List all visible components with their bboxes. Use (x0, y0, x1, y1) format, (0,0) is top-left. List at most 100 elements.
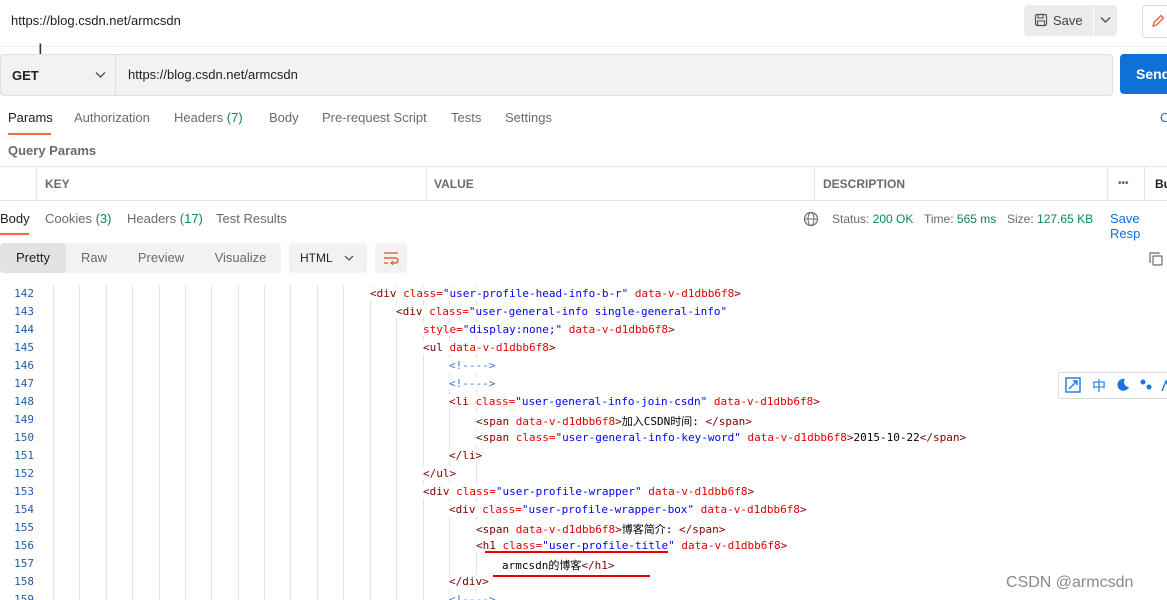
code-token: </span> (678, 523, 726, 536)
code-token: "user-general-info-key-word" (555, 431, 741, 444)
code-token: "user-general-info-join-csdn" (515, 395, 708, 408)
bulk-edit-link[interactable]: Bu (1155, 177, 1167, 191)
globe-icon[interactable] (803, 211, 820, 228)
response-tab-cookies[interactable]: Cookies (3) (45, 211, 111, 226)
code-token: class= (475, 395, 516, 408)
code-line: <span class="user-general-info-key-word"… (476, 431, 967, 444)
code-line: <span data-v-d1dbb6f8>博客简介: </span> (476, 521, 726, 537)
view-raw[interactable]: Raw (66, 243, 122, 273)
tab-params[interactable]: Params (8, 110, 53, 125)
save-options-dropdown[interactable] (1094, 5, 1117, 36)
query-params-header: KEY VALUE DESCRIPTION ••• Bu (0, 166, 1167, 201)
edit-button[interactable] (1142, 5, 1167, 38)
code-token: > (734, 287, 741, 300)
indent-guide (290, 285, 291, 600)
tab-body[interactable]: Body (269, 110, 299, 125)
url-input[interactable]: https://blog.csdn.net/armcsdn (115, 54, 1113, 96)
code-token: data-v-d1dbb6f8 (515, 415, 616, 428)
method-select[interactable]: GET (0, 54, 116, 96)
status-code: 200 OK (872, 212, 914, 226)
watermark: CSDN @armcsdn (1006, 574, 1134, 591)
format-select[interactable]: HTML (289, 243, 367, 273)
chinese-mode-icon[interactable]: 中 (1092, 376, 1106, 396)
code-line: <li class="user-general-info-join-csdn" … (449, 395, 820, 408)
code-line: <div class="user-profile-wrapper" data-v… (423, 485, 755, 498)
save-button[interactable]: Save (1024, 5, 1093, 36)
code-line: <div class="user-profile-head-info-b-r" … (370, 287, 741, 300)
view-visualize[interactable]: Visualize (200, 243, 281, 273)
line-number: 150 (14, 431, 34, 444)
indent-guide (211, 285, 212, 600)
tab-authorization[interactable]: Authorization (74, 110, 150, 125)
code-line: <div class="user-profile-wrapper-box" da… (449, 503, 807, 516)
line-number: 155 (14, 521, 34, 534)
code-token: class= (403, 287, 443, 300)
expand-icon[interactable] (1065, 377, 1081, 393)
view-preview[interactable]: Preview (122, 243, 200, 273)
code-token: > (747, 485, 755, 498)
code-token: <div (396, 305, 430, 318)
code-token: > (615, 415, 622, 428)
line-number: 145 (14, 341, 34, 354)
code-token: <!----> (449, 377, 496, 390)
url-value: https://blog.csdn.net/armcsdn (128, 67, 298, 82)
code-token: 加入CSDN时间: (621, 415, 706, 428)
code-token: class= (456, 485, 496, 498)
line-number: 156 (14, 539, 34, 552)
code-token: <!----> (449, 593, 496, 600)
response-tab-test-results[interactable]: Test Results (216, 211, 287, 226)
indent-guide (343, 285, 344, 600)
indent-guide (106, 285, 107, 600)
line-number: 147 (14, 377, 34, 390)
indent-guide (396, 285, 397, 600)
ime-toolbar: 中 (1058, 372, 1167, 399)
response-code-viewer[interactable]: 142 143 144 145 146 147 148 149 150 151 152 153 154 1… (0, 285, 1167, 600)
code-line: <div class="user-general-info single-gen… (396, 305, 728, 318)
request-title[interactable]: https://blog.csdn.net/armcsdn (11, 13, 181, 28)
line-number: 153 (14, 485, 34, 498)
code-token: "user-general-info single-general-info" (468, 305, 728, 318)
code-token: </span> (705, 415, 752, 428)
line-number: 144 (14, 323, 34, 336)
headers-count: (7) (226, 110, 243, 125)
copy-icon[interactable] (1148, 251, 1164, 267)
code-token: </ul> (423, 467, 457, 480)
active-response-tab-indicator (0, 233, 29, 235)
code-token: > (846, 431, 854, 444)
moon-icon[interactable] (1116, 378, 1130, 392)
wrap-lines-button[interactable] (375, 243, 407, 273)
code-token: </span> (919, 431, 967, 444)
softkeyboard-icon[interactable] (1161, 378, 1167, 392)
code-token: <span (476, 415, 516, 428)
code-token: "display:none;" (462, 323, 563, 336)
punctuation-icon[interactable] (1139, 378, 1153, 392)
code-token: <div (370, 287, 404, 300)
code-token: <span (476, 523, 516, 536)
code-token: </h1> (581, 559, 615, 572)
code-token: data-v-d1dbb6f8 (694, 503, 801, 516)
code-token: style= (423, 323, 463, 336)
active-tab-indicator (8, 133, 51, 135)
send-button[interactable]: Send (1120, 54, 1167, 94)
response-tab-body[interactable]: Body (0, 211, 30, 226)
wrap-lines-icon (384, 252, 399, 265)
tab-tests[interactable]: Tests (451, 110, 481, 125)
more-options-icon[interactable]: ••• (1118, 178, 1129, 189)
tab-headers[interactable]: Headers (7) (174, 110, 243, 125)
code-token: </li> (449, 449, 483, 462)
save-icon (1034, 13, 1048, 27)
tab-settings[interactable]: Settings (505, 110, 552, 125)
line-number: 142 (14, 287, 34, 300)
code-line: <!----> (449, 359, 496, 372)
tab-pre-request-script[interactable]: Pre-request Script (322, 110, 427, 125)
code-token: armcsdn的博客 (502, 559, 582, 572)
code-token: data-v-d1dbb6f8 (515, 523, 616, 536)
response-tab-headers[interactable]: Headers (17) (127, 211, 203, 226)
code-token: data-v-d1dbb6f8 (674, 539, 781, 552)
code-token: <div (423, 485, 457, 498)
view-pretty[interactable]: Pretty (0, 243, 66, 273)
code-token: > (615, 523, 622, 536)
cookies-link[interactable]: C (1160, 110, 1167, 125)
save-response-button[interactable]: Save Resp (1110, 211, 1167, 241)
indent-guide (53, 285, 54, 600)
